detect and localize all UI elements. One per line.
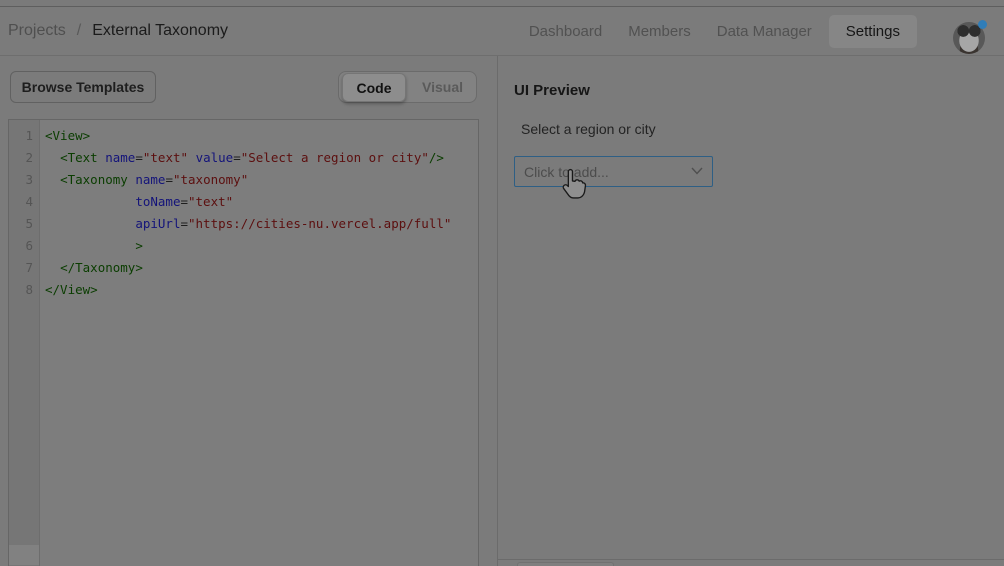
code-token-plain [45, 172, 60, 187]
main-nav: Dashboard Members Data Manager Settings [516, 7, 917, 55]
line-number: 6 [9, 235, 39, 257]
editor-code[interactable]: <View> <Text name="text" value="Select a… [41, 120, 478, 566]
breadcrumb-current-project: External Taxonomy [92, 22, 228, 40]
labeling-config-code-editor[interactable]: 12345678 <View> <Text name="text" value=… [8, 119, 479, 566]
line-number: 8 [9, 279, 39, 301]
code-token-plain [45, 238, 135, 253]
code-token-attr: toName [135, 194, 180, 209]
preview-footer-button[interactable] [517, 562, 614, 566]
notification-dot-icon [978, 20, 987, 29]
code-token-tag: </View> [45, 282, 98, 297]
preview-footer-divider [498, 559, 1004, 560]
line-number: 1 [9, 125, 39, 147]
code-token-plain [45, 216, 135, 231]
taxonomy-dropdown[interactable]: Click to add... [514, 156, 713, 187]
app-header: Projects / External Taxonomy Dashboard M… [0, 7, 1004, 56]
line-number: 2 [9, 147, 39, 169]
breadcrumb-projects-link[interactable]: Projects [8, 22, 66, 40]
code-token-tag: <Taxonomy [60, 172, 128, 187]
nav-item-members[interactable]: Members [615, 15, 704, 48]
toggle-option-visual[interactable]: Visual [409, 72, 476, 102]
line-number: 5 [9, 213, 39, 235]
code-token-string: "https://cities-nu.vercel.app/full" [188, 216, 451, 231]
avatar[interactable] [953, 22, 985, 54]
ui-preview-title: UI Preview [514, 82, 590, 99]
code-line[interactable]: apiUrl="https://cities-nu.vercel.app/ful… [45, 213, 478, 235]
code-token-attr: value [196, 150, 234, 165]
chevron-down-icon [691, 167, 703, 175]
code-token-attr: apiUrl [135, 216, 180, 231]
code-token-attr: name [105, 150, 135, 165]
code-line[interactable]: </View> [45, 279, 478, 301]
editor-gutter: 12345678 [9, 120, 40, 566]
code-token-string: "text" [143, 150, 188, 165]
code-token-tag: > [135, 238, 143, 253]
code-line[interactable]: </Taxonomy> [45, 257, 478, 279]
nav-item-data-manager[interactable]: Data Manager [704, 15, 825, 48]
nav-item-dashboard[interactable]: Dashboard [516, 15, 615, 48]
code-token-string: "Select a region or city" [241, 150, 429, 165]
code-token-tag: <Text [60, 150, 98, 165]
code-token-plain: = [233, 150, 241, 165]
code-token-plain: = [180, 216, 188, 231]
code-token-plain: = [135, 150, 143, 165]
code-line[interactable]: <Text name="text" value="Select a region… [45, 147, 478, 169]
code-line[interactable]: > [45, 235, 478, 257]
browse-templates-button[interactable]: Browse Templates [10, 71, 156, 103]
code-line[interactable]: toName="text" [45, 191, 478, 213]
code-token-plain [188, 150, 196, 165]
breadcrumb-separator: / [77, 22, 81, 40]
code-token-string: "text" [188, 194, 233, 209]
code-line[interactable]: <Taxonomy name="taxonomy" [45, 169, 478, 191]
code-token-tag: </Taxonomy> [60, 260, 143, 275]
line-number: 7 [9, 257, 39, 279]
code-token-tag: /> [429, 150, 444, 165]
line-number: 4 [9, 191, 39, 213]
code-line[interactable]: <View> [45, 125, 478, 147]
code-token-plain: = [180, 194, 188, 209]
preview-prompt-text: Select a region or city [521, 121, 656, 137]
toggle-option-code[interactable]: Code [342, 73, 406, 102]
code-token-plain: = [165, 172, 173, 187]
editor-scrollbar-filler [9, 545, 39, 565]
code-token-plain [45, 260, 60, 275]
line-number: 3 [9, 169, 39, 191]
code-visual-toggle: Code Visual [338, 71, 477, 103]
breadcrumb: Projects / External Taxonomy [8, 7, 228, 55]
code-token-plain [45, 194, 135, 209]
code-token-attr: name [135, 172, 165, 187]
code-token-tag: <View> [45, 128, 90, 143]
page: Projects / External Taxonomy Dashboard M… [0, 0, 1004, 566]
nav-item-settings[interactable]: Settings [829, 15, 917, 48]
browser-chrome-strip [0, 0, 1004, 7]
code-token-string: "taxonomy" [173, 172, 248, 187]
code-token-plain [45, 150, 60, 165]
cursor-pointer-icon [560, 167, 587, 200]
panel-divider [497, 56, 498, 566]
